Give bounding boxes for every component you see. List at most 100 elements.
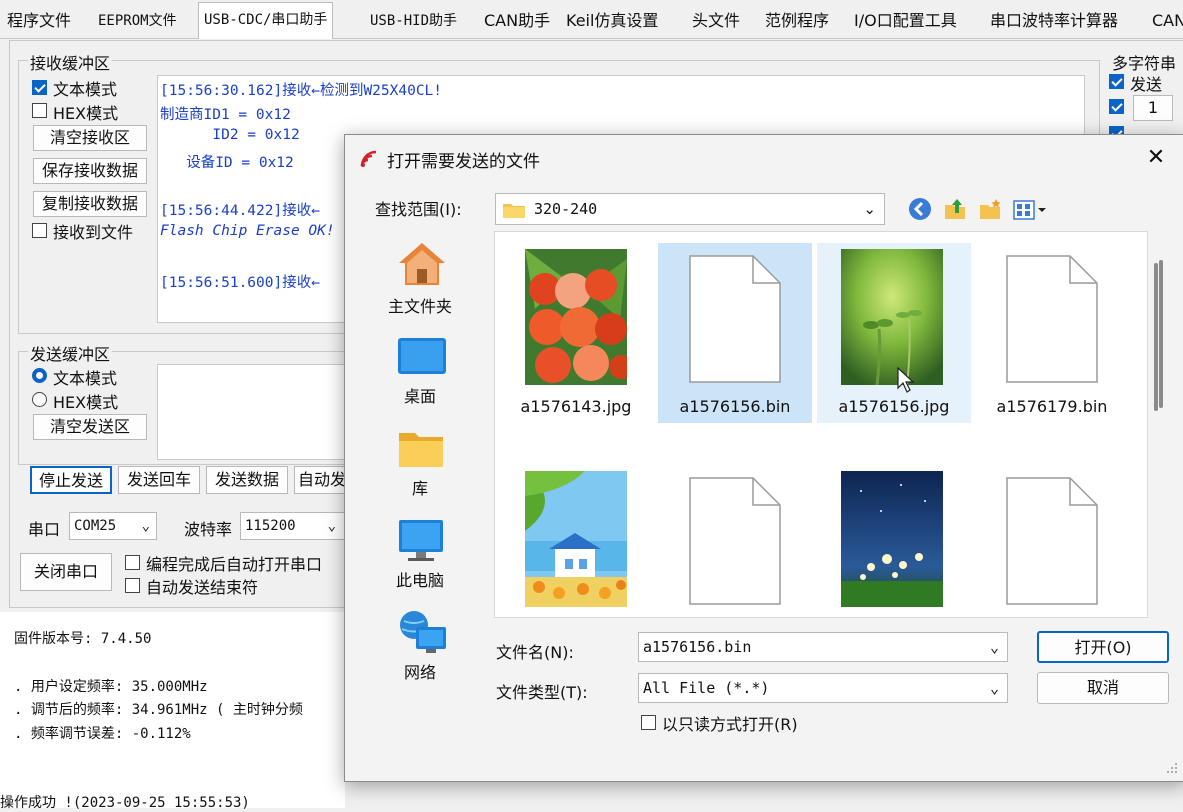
receive-line: [15:56:30.162]接收←检测到W25X40CL! (160, 83, 443, 99)
filetype-label: 文件类型(T): (496, 683, 588, 702)
tab-eeprom-file[interactable]: EEPROM文件 (96, 5, 179, 37)
file-name: a1576156.bin (679, 397, 791, 416)
sidebar-item-label: 库 (411, 479, 428, 498)
sidebar-item-this-pc[interactable]: 此电脑 (360, 513, 480, 593)
log-line: 操作成功 !(2023-09-25 15:55:53) (0, 795, 250, 811)
sidebar-item-label: 网络 (403, 663, 436, 682)
auto-end-checkbox[interactable] (125, 578, 140, 593)
tab-usb-hid[interactable]: USB-HID助手 (368, 5, 459, 37)
filename-input[interactable]: a1576156.bin ⌄ (638, 632, 1008, 662)
multi-send-checkbox[interactable] (1109, 74, 1124, 89)
copy-receive-button[interactable]: 复制接收数据 (33, 191, 147, 217)
port-select[interactable]: COM25 ⌄ (69, 512, 157, 540)
file-name: a1576156.jpg (838, 397, 950, 416)
tab-examples[interactable]: 范例程序 (763, 5, 831, 37)
auto-end-label: 自动发送结束符 (146, 578, 259, 597)
new-folder-icon[interactable] (978, 197, 1002, 221)
close-port-button[interactable]: 关闭串口 (20, 553, 112, 591)
send-text-mode-label: 文本模式 (53, 369, 118, 388)
sidebar-item-network[interactable]: 网络 (360, 605, 480, 685)
text-mode-checkbox[interactable] (32, 80, 47, 95)
multi-send-label: 发送 (1130, 75, 1163, 94)
document-icon (689, 477, 781, 605)
send-group-label: 发送缓冲区 (28, 341, 113, 365)
file-item-night-image[interactable] (817, 465, 971, 615)
lookin-select[interactable]: 320-240 ⌄ (495, 193, 885, 225)
folder-icon (502, 200, 526, 218)
hex-mode-checkbox[interactable] (32, 103, 47, 118)
file-item-document[interactable] (975, 465, 1129, 615)
baud-select[interactable]: 115200 ⌄ (240, 512, 345, 540)
open-button[interactable]: 打开(O) (1037, 631, 1169, 663)
chevron-down-icon: ⌄ (989, 679, 999, 697)
library-folder-icon (398, 429, 444, 469)
log-line: . 调节后的频率: 34.961MHz ( 主时钟分频 (14, 702, 303, 718)
file-item-bin-selected[interactable]: a1576156.bin (658, 243, 812, 423)
sidebar-item-home[interactable]: 主文件夹 (360, 237, 480, 317)
receive-line: Flash Chip Erase OK! (160, 223, 335, 239)
document-icon (1006, 477, 1098, 605)
multi-row1-checkbox[interactable] (1109, 99, 1124, 114)
receive-line: [15:56:51.600]接收← (160, 275, 320, 291)
sidebar-item-label: 桌面 (403, 387, 436, 406)
tab-usb-cdc-serial[interactable]: USB-CDC/串口助手 (198, 2, 334, 39)
back-icon[interactable] (908, 197, 932, 221)
receive-line: ID2 = 0x12 (160, 127, 300, 143)
auto-open-checkbox[interactable] (125, 555, 140, 570)
cancel-button[interactable]: 取消 (1037, 672, 1169, 704)
scrollbar-thumb[interactable] (1159, 260, 1163, 408)
tab-baud-calculator[interactable]: 串口波特率计算器 (988, 5, 1120, 37)
port-label: 串口 (28, 520, 61, 539)
send-hex-mode-label: HEX模式 (53, 393, 119, 412)
tab-header-file[interactable]: 头文件 (690, 5, 742, 37)
night-thumbnail (841, 471, 943, 607)
tab-can-helper[interactable]: CAN助手 (482, 5, 552, 37)
resize-grip-icon[interactable] (1165, 761, 1179, 775)
clear-receive-button[interactable]: 清空接收区 (33, 125, 147, 151)
file-item-house-image[interactable] (499, 465, 653, 615)
hex-mode-label: HEX模式 (53, 104, 119, 123)
tab-io-config[interactable]: I/O口配置工具 (852, 5, 959, 37)
send-text-mode-radio[interactable] (32, 368, 47, 383)
computer-icon (398, 519, 444, 563)
tab-program-file[interactable]: 程序文件 (5, 5, 73, 37)
lookin-value: 320-240 (534, 200, 598, 218)
file-item-jpg[interactable]: a1576143.jpg (499, 243, 653, 423)
receive-to-file-label: 接收到文件 (53, 223, 134, 242)
open-file-dialog: 打开需要发送的文件 ✕ 查找范围(I): 320-240 ⌄ 主文件夹 桌面 库… (344, 134, 1183, 782)
file-name: a1576179.bin (996, 397, 1108, 416)
sidebar-item-library[interactable]: 库 (360, 421, 480, 501)
send-data-button[interactable]: 发送数据 (206, 466, 288, 494)
file-item-jpg-hover[interactable]: a1576156.jpg (817, 243, 971, 423)
network-icon (398, 609, 448, 655)
log-output: 固件版本号: 7.4.50 . 用户设定频率: 35.000MHz . 调节后的… (0, 612, 345, 811)
chevron-down-icon: ⌄ (989, 638, 999, 656)
house-thumbnail (525, 471, 627, 607)
file-item-document[interactable] (658, 465, 812, 615)
tab-can-partial[interactable]: CAN (1150, 5, 1183, 37)
send-text-area[interactable] (157, 364, 349, 460)
clear-send-button[interactable]: 清空发送区 (33, 414, 147, 440)
chevron-down-icon: ⌄ (141, 518, 150, 534)
baud-label: 波特率 (184, 520, 233, 539)
tab-keil-settings[interactable]: Keil仿真设置 (564, 5, 660, 37)
send-hex-mode-radio[interactable] (32, 392, 47, 407)
multi-row1-button[interactable]: 1 (1133, 95, 1173, 121)
close-icon[interactable]: ✕ (1141, 143, 1171, 173)
up-folder-icon[interactable] (943, 197, 967, 221)
log-line: . 频率调节误差: -0.112% (14, 726, 191, 742)
file-list-scrollbar[interactable] (1154, 263, 1158, 411)
app-signal-icon (359, 149, 379, 169)
receive-to-file-checkbox[interactable] (32, 223, 47, 238)
send-cr-button[interactable]: 发送回车 (118, 466, 200, 494)
stop-send-button[interactable]: 停止发送 (30, 466, 112, 494)
sidebar-item-desktop[interactable]: 桌面 (360, 329, 480, 409)
view-menu-icon[interactable] (1013, 199, 1049, 221)
file-item-bin[interactable]: a1576179.bin (975, 243, 1129, 423)
filename-label: 文件名(N): (496, 643, 574, 662)
save-receive-button[interactable]: 保存接收数据 (33, 158, 147, 184)
sprout-thumbnail (841, 249, 943, 385)
sidebar-item-label: 主文件夹 (387, 297, 452, 316)
readonly-checkbox[interactable] (641, 715, 656, 730)
filetype-select[interactable]: All File (*.*) ⌄ (638, 673, 1008, 703)
